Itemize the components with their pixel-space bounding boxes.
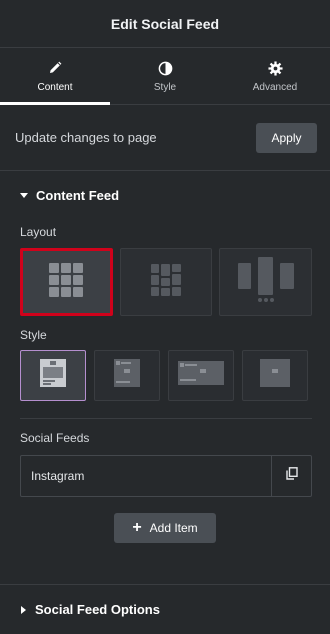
caret-right-icon (21, 605, 26, 614)
pencil-icon (48, 59, 62, 77)
style-label: Style (20, 328, 47, 342)
divider (20, 418, 312, 419)
grid-layout-icon (49, 262, 84, 302)
section-title: Social Feed Options (35, 602, 160, 617)
tab-content[interactable]: Content (0, 48, 110, 105)
style-option-3[interactable] (168, 350, 234, 401)
layout-option-carousel[interactable] (219, 248, 312, 316)
repeater-item-title[interactable]: Instagram (21, 456, 271, 496)
tab-label: Advanced (252, 82, 298, 93)
style-options (0, 350, 330, 401)
layout-option-masonry[interactable] (119, 248, 213, 316)
caret-down-icon (20, 193, 28, 198)
style-option-4[interactable] (242, 350, 308, 401)
plus-icon: + (132, 519, 142, 536)
panel-header: Edit Social Feed (0, 0, 330, 48)
layout-option-grid[interactable] (20, 248, 113, 316)
tab-label: Style (153, 82, 177, 93)
add-item-wrapper: + Add Item (0, 513, 330, 543)
card-style-1-icon (40, 359, 66, 392)
social-feeds-label: Social Feeds (20, 431, 90, 445)
panel-title: Edit Social Feed (110, 15, 220, 32)
update-changes-label: Update changes to page (15, 130, 157, 145)
card-style-2-icon (114, 359, 140, 392)
section-title: Content Feed (36, 188, 120, 203)
tab-advanced[interactable]: Advanced (220, 48, 330, 104)
card-style-3-icon (178, 361, 224, 390)
repeater-item: Instagram (20, 455, 312, 497)
layout-options (0, 248, 330, 316)
panel-tabs: Content Style Advanced (0, 48, 330, 105)
carousel-layout-icon (237, 256, 294, 308)
gear-icon (267, 59, 283, 77)
social-feed-options-section-header[interactable]: Social Feed Options (0, 584, 330, 634)
content-feed-section-header[interactable]: Content Feed (0, 170, 330, 220)
tab-style[interactable]: Style (110, 48, 220, 104)
update-changes-row: Update changes to page Apply (0, 105, 330, 170)
style-option-1[interactable] (20, 350, 86, 401)
duplicate-button[interactable] (271, 456, 311, 496)
half-circle-icon (158, 59, 173, 77)
add-item-label: Add Item (149, 521, 198, 535)
card-style-4-icon (260, 359, 290, 392)
apply-button[interactable]: Apply (256, 122, 317, 153)
layout-label: Layout (20, 225, 57, 239)
masonry-layout-icon (151, 263, 182, 301)
tab-label: Content (37, 82, 73, 93)
style-option-2[interactable] (94, 350, 160, 401)
copy-icon (285, 467, 298, 485)
add-item-button[interactable]: + Add Item (114, 513, 216, 543)
